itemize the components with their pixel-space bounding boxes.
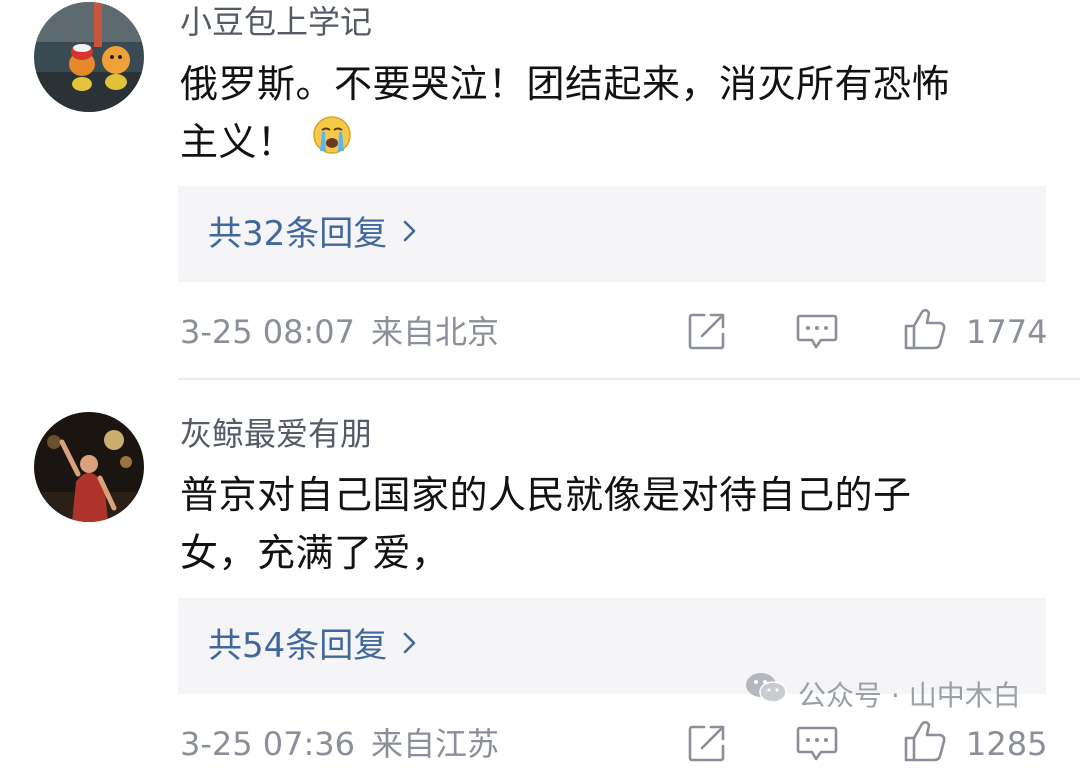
reply-link[interactable]: 共54条回复 — [208, 624, 419, 668]
like-button[interactable] — [902, 306, 948, 356]
username[interactable]: 小豆包上学记 — [180, 2, 372, 42]
comment-date: 3-25 07:36 — [180, 725, 356, 763]
share-button[interactable] — [686, 310, 728, 356]
share-icon — [688, 313, 725, 350]
comment-meta: 3-25 07:36 来自江苏 — [180, 724, 499, 764]
watermark: 公众号 · 山中木白 — [744, 671, 1021, 718]
comment-location: 来自江苏 — [371, 725, 500, 763]
share-button[interactable] — [686, 722, 728, 768]
thumbs-up-icon — [904, 720, 946, 762]
avatar-image — [34, 2, 144, 112]
comment-line: 俄罗斯。不要哭泣！团结起来，消灭所有恐怖 — [180, 62, 951, 106]
comment-location: 来自北京 — [371, 313, 500, 351]
comment-icon — [796, 314, 838, 349]
comment-line: 普京对自己国家的人民就像是对待自己的子 — [180, 473, 912, 517]
comment-line: 女，充满了爱， — [180, 531, 450, 575]
like-count: 1774 — [966, 313, 1048, 351]
avatar[interactable] — [34, 412, 144, 522]
reply-link[interactable]: 共32条回复 — [208, 212, 419, 256]
comment-meta: 3-25 08:07 来自北京 — [180, 312, 499, 352]
wechat-icon — [744, 671, 788, 718]
username[interactable]: 灰鲸最爱有朋 — [180, 414, 372, 454]
watermark-text: 公众号 · 山中木白 — [798, 679, 1021, 712]
avatar-image — [34, 412, 144, 522]
comment-item: 小豆包上学记 俄罗斯。不要哭泣！团结起来，消灭所有恐怖 主义！ 共32条回复 3… — [0, 0, 1080, 380]
like-count: 1285 — [966, 725, 1048, 763]
comment-content: 俄罗斯。不要哭泣！团结起来，消灭所有恐怖 主义！ — [180, 55, 1050, 171]
reply-count-label: 共32条回复 — [208, 214, 388, 254]
avatar[interactable] — [34, 2, 144, 112]
like-button[interactable] — [902, 718, 948, 768]
comment-content: 普京对自己国家的人民就像是对待自己的子 女，充满了爱， — [180, 466, 1050, 582]
chevron-right-icon — [401, 211, 419, 255]
comment-divider — [178, 378, 1080, 380]
comment-line-last: 主义！ — [180, 113, 1050, 171]
comment-button[interactable] — [795, 310, 839, 356]
comment-button[interactable] — [795, 722, 839, 768]
comment-icon — [796, 726, 838, 761]
thumbs-up-icon — [904, 308, 946, 350]
share-icon — [688, 725, 725, 762]
view-replies-button[interactable]: 共32条回复 — [178, 186, 1046, 282]
comment-date: 3-25 08:07 — [180, 313, 356, 351]
crying-face-icon — [312, 113, 352, 171]
reply-count-label: 共54条回复 — [208, 626, 388, 666]
chevron-right-icon — [401, 623, 419, 667]
